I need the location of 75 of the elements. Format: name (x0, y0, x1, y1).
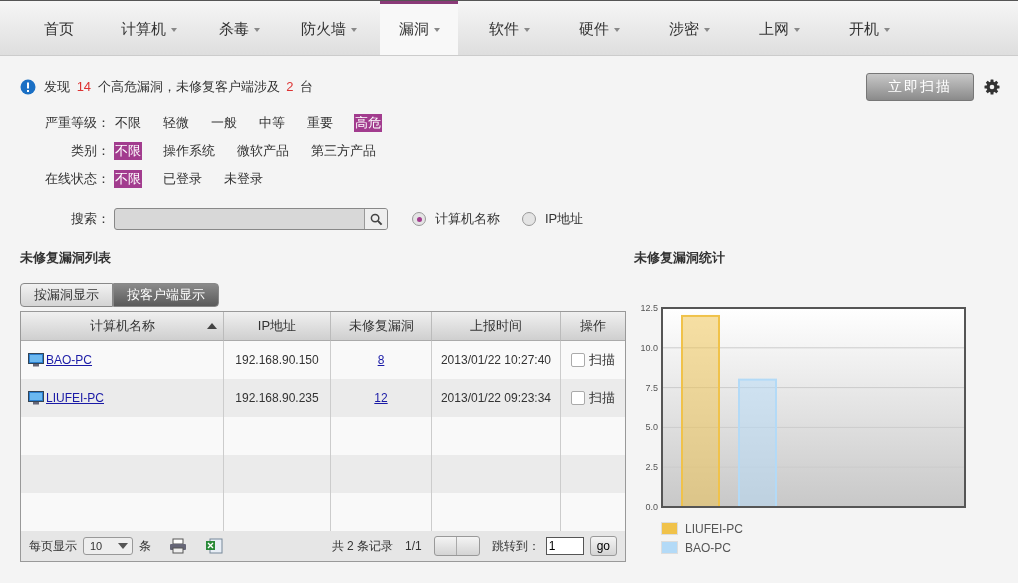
summary-text: 发现 14 个高危漏洞，未修复客户端涉及 2 台 (44, 78, 314, 96)
nav-tab[interactable]: 上网 (740, 1, 818, 55)
checkbox-label: 扫描 (589, 389, 615, 407)
column-header[interactable]: 上报时间 (432, 312, 561, 341)
filter-option[interactable]: 未登录 (223, 170, 264, 188)
radio-button[interactable] (522, 212, 536, 226)
computer-icon (28, 353, 44, 367)
axis-tick: 10.0 (640, 342, 658, 353)
column-header[interactable]: 计算机名称 (21, 312, 224, 341)
column-header[interactable]: 操作 (561, 312, 625, 341)
nav-tab[interactable]: 首页 (20, 1, 98, 55)
filter-label: 严重等级： (44, 114, 110, 132)
filter-option[interactable]: 操作系统 (162, 142, 216, 160)
column-header[interactable]: IP地址 (224, 312, 331, 341)
axis-tick: 12.5 (640, 303, 658, 313)
nav-tab[interactable]: 软件 (470, 1, 548, 55)
count-link[interactable]: 12 (374, 391, 388, 405)
filter-option[interactable]: 轻微 (162, 114, 190, 132)
nav-tab[interactable]: 开机 (830, 1, 908, 55)
filter-option[interactable]: 高危 (354, 114, 382, 132)
nav-tab[interactable]: 涉密 (650, 1, 728, 55)
search-field[interactable] (114, 208, 388, 230)
filter-label: 在线状态： (44, 170, 110, 188)
checkbox-label: 扫描 (589, 351, 615, 369)
filter-label: 类别： (70, 142, 110, 160)
computer-link[interactable]: BAO-PC (46, 353, 92, 367)
axis-tick: 2.5 (645, 462, 658, 473)
pager-buttons[interactable] (433, 536, 480, 556)
jump-label: 跳转到： (491, 537, 540, 555)
axis-tick: 0.0 (645, 502, 658, 512)
printer-icon[interactable] (169, 538, 187, 554)
filter-option[interactable]: 重要 (306, 114, 334, 132)
search-icon[interactable] (364, 209, 387, 229)
nav-tab[interactable]: 防火墙 (290, 1, 368, 55)
radio-label: 计算机名称 (435, 210, 500, 228)
view-tab[interactable]: 按客户端显示 (113, 283, 219, 307)
per-page-select[interactable]: 10 (83, 537, 133, 555)
page-input[interactable]: 1 (545, 537, 584, 555)
dropdown-icon (118, 543, 128, 549)
checkbox[interactable] (571, 391, 585, 405)
filter-option[interactable]: 不限 (114, 114, 142, 132)
record-count: 共 2 条记录 (331, 537, 393, 555)
settings-icon[interactable] (984, 79, 1000, 95)
axis-tick: 5.0 (645, 422, 658, 433)
checkbox[interactable] (571, 353, 585, 367)
filter-option[interactable]: 一般 (210, 114, 238, 132)
go-button[interactable]: go (589, 536, 617, 556)
radio-label: IP地址 (545, 210, 584, 228)
computer-link[interactable]: LIUFEI-PC (46, 391, 104, 405)
per-page-unit: 条 (139, 537, 151, 555)
spreadsheet-icon[interactable] (205, 538, 223, 554)
filter-option[interactable]: 微软产品 (236, 142, 290, 160)
legend-label: LIUFEI-PC (685, 521, 743, 536)
axis-tick: 7.5 (645, 382, 658, 393)
filter-option[interactable]: 不限 (114, 170, 142, 188)
nav-tab[interactable]: 漏洞 (380, 1, 458, 55)
per-page-label: 每页显示 (29, 537, 77, 555)
legend-label: BAO-PC (685, 540, 731, 555)
filter-option[interactable]: 已登录 (162, 170, 203, 188)
filter-option[interactable]: 中等 (258, 114, 286, 132)
filter-option[interactable]: 第三方产品 (310, 142, 377, 160)
section-title: 未修复漏洞列表 (20, 249, 112, 267)
radio-button[interactable] (412, 212, 426, 226)
page-count: 1/1 (404, 539, 422, 553)
nav-tab[interactable]: 杀毒 (200, 1, 278, 55)
info-icon (20, 79, 36, 95)
filter-option[interactable]: 不限 (114, 142, 142, 160)
view-tab[interactable]: 按漏洞显示 (20, 283, 113, 307)
nav-tab[interactable]: 硬件 (560, 1, 638, 55)
count-link[interactable]: 8 (377, 353, 385, 367)
column-header[interactable]: 未修复漏洞 (331, 312, 432, 341)
nav-tab[interactable]: 计算机 (110, 1, 188, 55)
section-title: 未修复漏洞统计 (634, 249, 726, 267)
computer-icon (28, 391, 44, 405)
search-label: 搜索： (70, 210, 110, 228)
